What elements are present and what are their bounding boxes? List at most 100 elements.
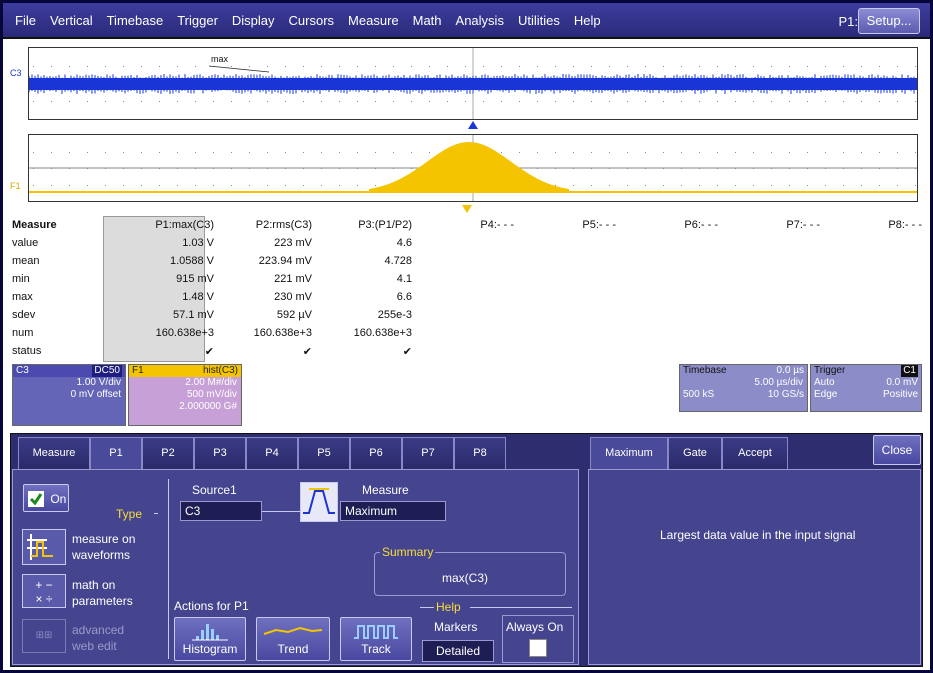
measure-label: Measure <box>362 483 409 497</box>
tab-measure[interactable]: Measure <box>18 437 90 469</box>
row-label: value <box>12 237 39 249</box>
tab-accept[interactable]: Accept <box>722 437 788 469</box>
source1-field[interactable]: C3 <box>180 501 262 521</box>
type-separator <box>154 513 158 514</box>
col-p7[interactable]: P7:- - - <box>786 219 820 231</box>
histogram-label: Histogram <box>182 642 238 656</box>
on-toggle[interactable]: On <box>23 484 69 512</box>
summary-value: max(C3) <box>442 571 489 585</box>
menu-file[interactable]: File <box>3 13 43 28</box>
summary-label: Summary <box>380 545 436 559</box>
menu-trigger[interactable]: Trigger <box>170 13 225 28</box>
setup-button[interactable]: Setup... <box>858 8 920 34</box>
checkbox-icon <box>28 490 44 507</box>
timebase-label: Timebase <box>683 365 727 376</box>
tab-maximum[interactable]: Maximum <box>590 437 668 469</box>
measure-field[interactable]: Maximum <box>340 501 446 521</box>
trigger-label: Trigger <box>814 365 846 376</box>
measure-function-icon[interactable] <box>300 482 338 522</box>
menu-measure[interactable]: Measure <box>341 13 406 28</box>
tab-gate[interactable]: Gate <box>668 437 722 469</box>
menu-display[interactable]: Display <box>225 13 282 28</box>
table-cell: 223 mV <box>274 237 312 249</box>
menu-vertical[interactable]: Vertical <box>43 13 100 28</box>
advanced-web-edit-icon: ⊞⊞ <box>22 619 66 653</box>
menu-analysis[interactable]: Analysis <box>449 13 511 28</box>
table-cell: 160.638e+3 <box>253 327 312 339</box>
tab-p8[interactable]: P8 <box>454 437 506 469</box>
f1-grid-svg <box>29 135 917 201</box>
tab-p5[interactable]: P5 <box>298 437 350 469</box>
c3-trace-label: C3 <box>10 68 22 78</box>
help-separator-right <box>470 607 572 608</box>
markers-label: Markers <box>434 620 478 634</box>
track-icon <box>354 625 398 639</box>
histogram-button[interactable]: Histogram <box>174 617 246 661</box>
help-separator-left <box>420 607 434 608</box>
tab-p3[interactable]: P3 <box>194 437 246 469</box>
trend-button[interactable]: Trend <box>256 617 330 661</box>
timebase-delay: 0.0 µs <box>776 365 804 376</box>
trigger-type: Edge <box>814 389 838 400</box>
c3-coupling-badge: DC50 <box>92 365 122 377</box>
markers-field[interactable]: Detailed <box>422 640 494 662</box>
trigger-descriptor[interactable]: Trigger C1 Auto 0.0 mV Edge Positive <box>810 364 922 412</box>
timebase-samples: 500 kS <box>683 389 715 400</box>
menu-cursors[interactable]: Cursors <box>282 13 342 28</box>
tab-p7[interactable]: P7 <box>402 437 454 469</box>
c3-grid-svg <box>29 48 917 119</box>
trigger-level: 0.0 mV <box>886 377 918 388</box>
trend-icon <box>263 626 323 635</box>
track-button[interactable]: Track <box>340 617 412 661</box>
menu-help[interactable]: Help <box>567 13 608 28</box>
trend-label: Trend <box>277 642 309 656</box>
tab-p2[interactable]: P2 <box>142 437 194 469</box>
col-p4[interactable]: P4:- - - <box>480 219 514 231</box>
col-p2[interactable]: P2:rms(C3) <box>256 219 312 231</box>
table-row: mean 1.0588 V 223.94 mV 4.728 <box>12 255 922 273</box>
row-label: num <box>12 327 34 339</box>
math-parameters-icon[interactable]: + − × ÷ <box>22 574 66 608</box>
tab-p1[interactable]: P1 <box>90 437 142 469</box>
tab-p4[interactable]: P4 <box>246 437 298 469</box>
table-cell: 592 µV <box>276 309 312 321</box>
type-label: Type <box>116 507 143 521</box>
table-row: min 915 mV 221 mV 4.1 <box>12 273 922 291</box>
row-label: max <box>12 291 33 303</box>
always-on-checkbox[interactable] <box>529 639 547 657</box>
col-p1[interactable]: P1:max(C3) <box>155 219 214 231</box>
menu-timebase[interactable]: Timebase <box>100 13 171 28</box>
measure-on-label: measure on <box>72 532 136 546</box>
f1-descriptor[interactable]: F1 hist(C3) 2.00 M#/div 500 mV/div 2.000… <box>128 364 242 426</box>
table-cell: 230 mV <box>274 291 312 303</box>
table-cell: 1.03 V <box>182 237 214 249</box>
table-cell: 223.94 mV <box>258 255 312 267</box>
col-p3[interactable]: P3:(P1/P2) <box>358 219 412 231</box>
row-label: min <box>12 273 30 285</box>
trigger-slope: Positive <box>882 389 918 400</box>
c3-grid: max <box>28 47 918 120</box>
always-on-label: Always On <box>506 620 564 634</box>
menu-math[interactable]: Math <box>406 13 449 28</box>
tab-p6[interactable]: P6 <box>350 437 402 469</box>
menu-bar: File Vertical Timebase Trigger Display C… <box>3 3 930 39</box>
timebase-descriptor[interactable]: Timebase 0.0 µs 5.00 µs/div 500 kS 10 GS… <box>679 364 808 412</box>
col-p8[interactable]: P8:- - - <box>888 219 922 231</box>
table-cell: 915 mV <box>176 273 214 285</box>
table-cell: 255e-3 <box>377 309 412 321</box>
source1-label: Source1 <box>192 483 237 497</box>
parameters-label: parameters <box>72 594 133 608</box>
close-button[interactable]: Close <box>873 435 921 465</box>
c3-descriptor[interactable]: C3 DC50 1.00 V/div 0 mV offset <box>12 364 126 426</box>
measure-waveforms-icon[interactable] <box>22 529 66 565</box>
col-p5[interactable]: P5:- - - <box>582 219 616 231</box>
vertical-separator <box>168 479 169 659</box>
trigger-mode: Auto <box>814 377 835 388</box>
table-row: value 1.03 V 223 mV 4.6 <box>12 237 922 255</box>
col-p6[interactable]: P6:- - - <box>684 219 718 231</box>
table-cell: 4.1 <box>396 273 412 285</box>
menu-utilities[interactable]: Utilities <box>511 13 567 28</box>
table-cell: 160.638e+3 <box>155 327 214 339</box>
f1-desc-name: F1 <box>132 365 144 376</box>
table-row: status ✔ ✔ ✔ <box>12 345 922 363</box>
